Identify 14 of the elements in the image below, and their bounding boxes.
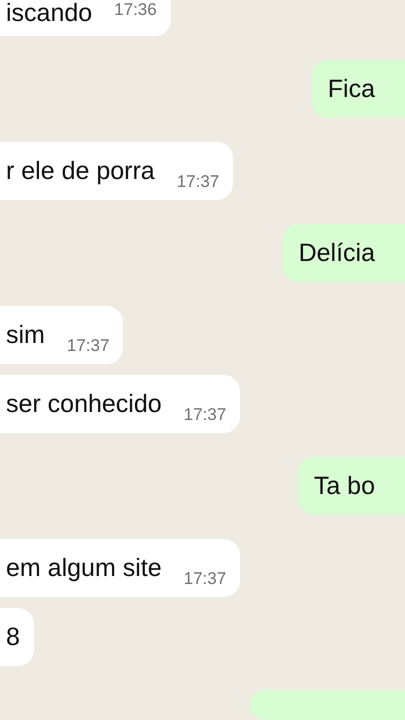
message-time: 17:37	[184, 405, 226, 425]
message-time: 17:37	[184, 569, 226, 589]
message-text: Fica	[328, 74, 375, 104]
message-time: 17:37	[176, 172, 220, 192]
message-text: iscando	[6, 0, 92, 28]
message-text: 8	[6, 622, 20, 652]
message-text: Delícia	[298, 238, 375, 268]
message-time: 17:37	[66, 336, 110, 356]
message-time: 17:36	[114, 0, 157, 20]
message-text: ser conhecido	[6, 390, 162, 418]
message-text: r ele de porra	[6, 156, 155, 186]
message-text: em algum site	[6, 554, 162, 582]
message-text: Ta bo	[314, 472, 375, 500]
message-text: sim	[6, 320, 45, 350]
